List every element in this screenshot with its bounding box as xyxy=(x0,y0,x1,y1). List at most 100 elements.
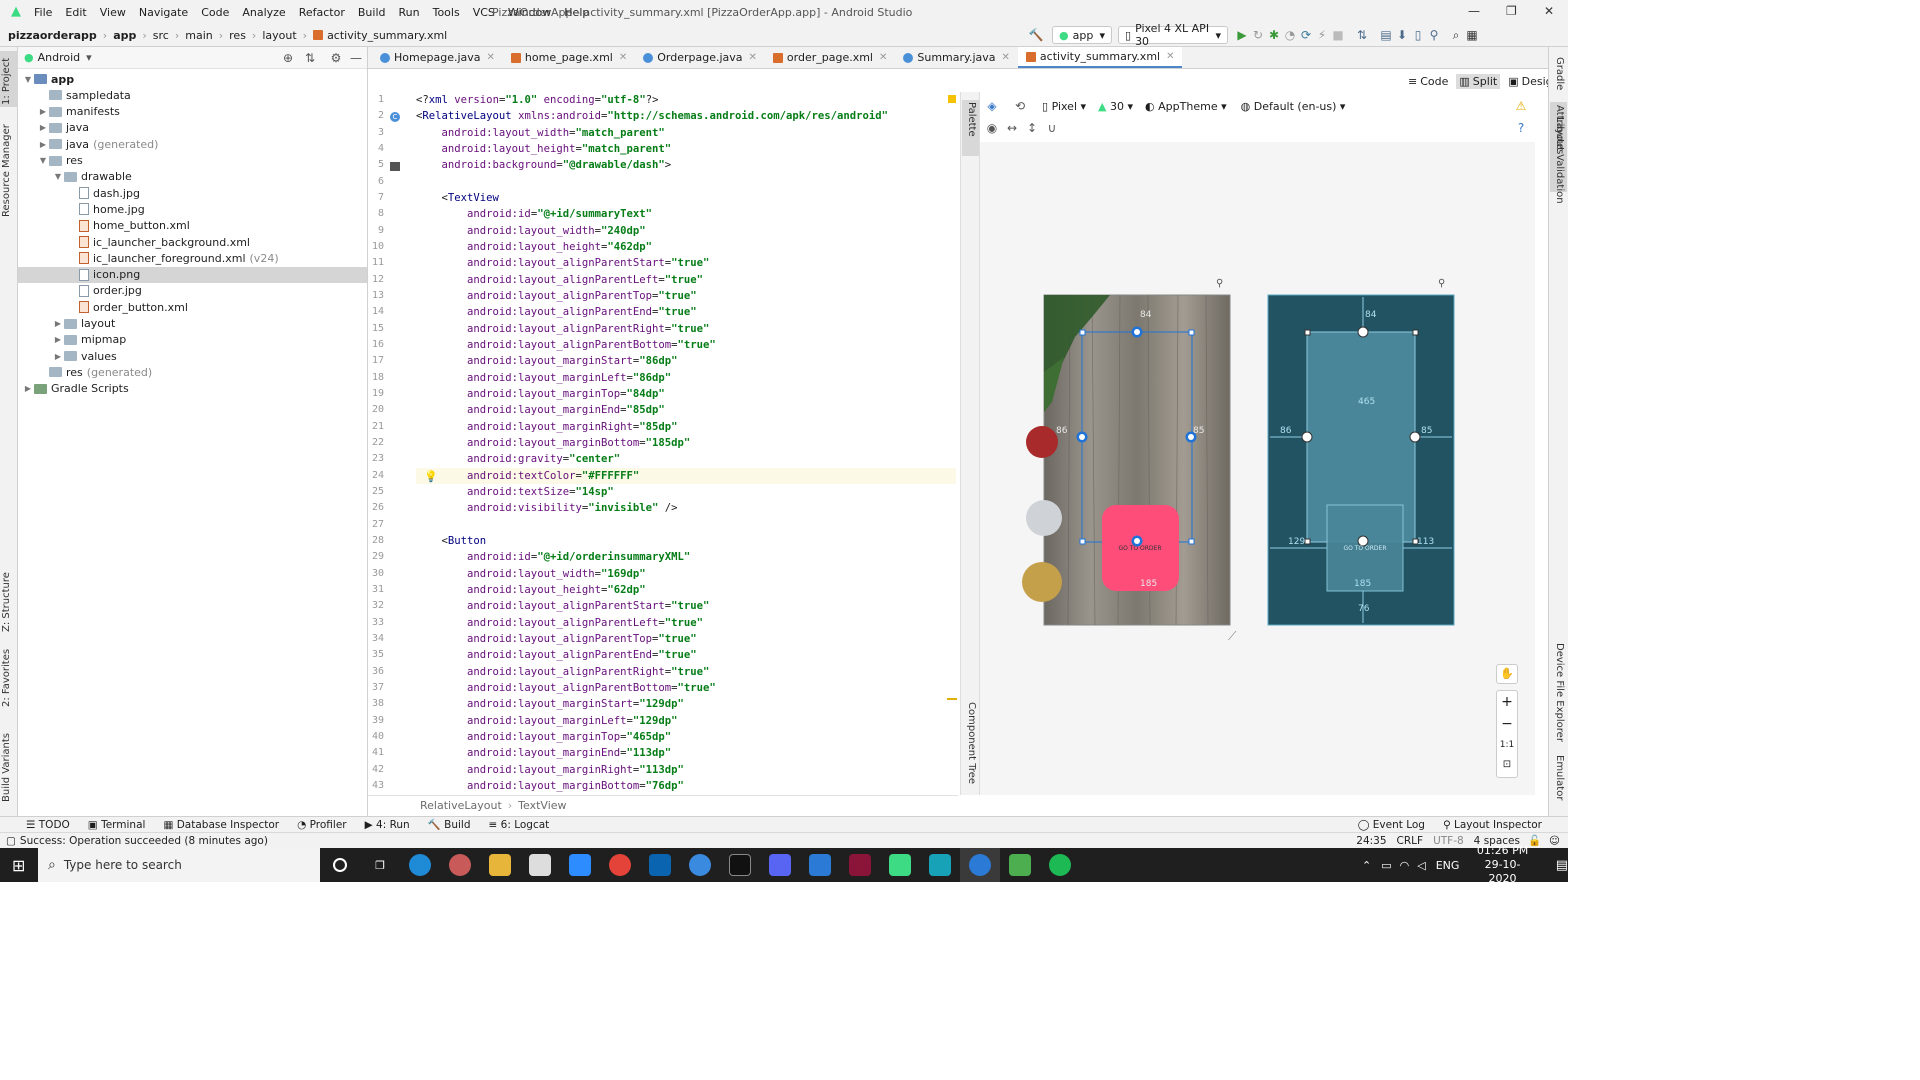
collapse-all-icon[interactable]: ⇅ xyxy=(302,50,318,66)
code-line[interactable]: android:layout_alignParentEnd="true" xyxy=(416,304,697,320)
menu-run[interactable]: Run xyxy=(399,6,420,19)
code-line[interactable]: android:layout_width="match_parent" xyxy=(416,125,665,141)
tree-item[interactable]: ▶ layout xyxy=(18,316,367,332)
collapsed-arrow-icon[interactable]: ▶ xyxy=(37,140,49,149)
inspection-warning-icon[interactable] xyxy=(948,95,956,103)
locate-icon[interactable]: ⊕ xyxy=(280,50,296,66)
run-tab[interactable]: ▶ 4: Run xyxy=(365,819,410,831)
menu-tools[interactable]: Tools xyxy=(433,6,460,19)
warning-icon[interactable]: ⚠ xyxy=(1513,98,1529,114)
gear-icon[interactable]: ⚙ xyxy=(328,50,344,66)
run-icon[interactable]: ▶ xyxy=(1234,27,1250,43)
expanded-arrow-icon[interactable]: ▼ xyxy=(22,75,34,84)
code-line[interactable]: <?xml version="1.0" encoding="utf-8"?> xyxy=(416,92,658,108)
chevron-down-icon[interactable]: ▾ xyxy=(86,51,92,64)
search-icon[interactable]: ⌕ xyxy=(1448,27,1464,43)
code-line[interactable]: android:layout_width="240dp" xyxy=(416,223,646,239)
tree-item[interactable]: ic_launcher_background.xml xyxy=(18,234,367,250)
outlook-icon[interactable] xyxy=(640,848,680,882)
design-surface[interactable]: GO TO ORDER 84 86 85 185 ⚲ ⟋ 84 86 85 46… xyxy=(980,142,1535,795)
status-message[interactable]: Success: Operation succeeded (8 minutes … xyxy=(20,835,268,847)
edge-icon[interactable] xyxy=(400,848,440,882)
tab-order-page-xml[interactable]: order_page.xml ✕ xyxy=(765,47,895,68)
breadcrumb-src[interactable]: src xyxy=(153,29,169,42)
tool-tab-gradle[interactable]: Gradle xyxy=(1554,57,1565,90)
database-inspector-tab[interactable]: ▦ Database Inspector xyxy=(163,819,279,831)
collapsed-arrow-icon[interactable]: ▶ xyxy=(52,335,64,344)
lightbulb-icon[interactable]: 💡 xyxy=(424,470,438,483)
code-editor[interactable]: 1 2 3 4 5 6 7 8 9 10 11 12 13 14 15 16 17 18 19 20 21 22 23 24 2… xyxy=(368,92,958,795)
caret-position[interactable]: 24:35 xyxy=(1356,835,1386,847)
v-app-icon[interactable] xyxy=(840,848,880,882)
close-tab-icon[interactable]: ✕ xyxy=(1166,51,1174,62)
file-explorer-icon[interactable] xyxy=(480,848,520,882)
clock[interactable]: 01:26 PM 29-10-2020 xyxy=(1473,844,1531,882)
close-button[interactable]: ✕ xyxy=(1544,4,1554,18)
layout-inspector-tab[interactable]: ⚲ Layout Inspector xyxy=(1443,819,1542,831)
expanded-arrow-icon[interactable]: ▼ xyxy=(37,156,49,165)
tab-orderpage-java[interactable]: Orderpage.java ✕ xyxy=(635,47,765,68)
task-view-icon[interactable]: ❐ xyxy=(360,848,400,882)
tool-tab-device-file-explorer[interactable]: Device File Explorer xyxy=(1554,643,1565,742)
discord-icon[interactable] xyxy=(760,848,800,882)
breadcrumb-project[interactable]: pizzaorderapp xyxy=(8,29,97,42)
code-line[interactable]: android:layout_marginEnd="85dp" xyxy=(416,402,665,418)
blueprint-phone-preview[interactable]: 84 86 85 465 129 113 GO TO ORDER 185 76 xyxy=(1267,294,1455,626)
api-level-select[interactable]: ▲ 30 ▾ xyxy=(1098,100,1133,113)
zoom-icon[interactable] xyxy=(560,848,600,882)
breadcrumb-textview[interactable]: TextView xyxy=(518,799,566,812)
profile-icon[interactable]: ◔ xyxy=(1282,27,1298,43)
locale-select[interactable]: ◍ Default (en-us) ▾ xyxy=(1241,100,1346,113)
tool-tab-favorites[interactable]: 2: Favorites xyxy=(1,649,12,707)
volume-icon[interactable]: ◁ xyxy=(1417,859,1425,872)
code-line[interactable]: android:layout_marginRight="113dp" xyxy=(416,762,684,778)
close-tab-icon[interactable]: ✕ xyxy=(749,52,757,63)
code-line[interactable]: android:layout_marginEnd="113dp" xyxy=(416,745,671,761)
tree-item[interactable]: ▼ drawable xyxy=(18,169,367,185)
breadcrumb-res[interactable]: res xyxy=(229,29,246,42)
menu-navigate[interactable]: Navigate xyxy=(139,6,188,19)
code-line[interactable]: android:layout_marginLeft="86dp" xyxy=(416,370,671,386)
breadcrumb-relativelayout[interactable]: RelativeLayout xyxy=(420,799,502,812)
code-line[interactable]: android:layout_alignParentBottom="true" xyxy=(416,337,716,353)
tool-tab-palette[interactable]: Palette xyxy=(966,102,977,137)
tree-item[interactable]: res (generated) xyxy=(18,364,367,380)
android-studio-active-icon[interactable] xyxy=(1000,848,1040,882)
code-mode-button[interactable]: ≡ Code xyxy=(1408,75,1448,88)
code-line[interactable]: android:layout_height="462dp" xyxy=(416,239,652,255)
tree-item[interactable]: ▼ res xyxy=(18,153,367,169)
cortana-icon[interactable] xyxy=(320,848,360,882)
tree-item[interactable]: ▶ java xyxy=(18,120,367,136)
tool-tab-structure[interactable]: Z: Structure xyxy=(1,572,12,632)
eye-icon[interactable]: ◉ xyxy=(984,120,1000,136)
code-line[interactable]: android:layout_alignParentLeft="true" xyxy=(416,615,703,631)
terminal-tab[interactable]: ▣ Terminal xyxy=(88,819,146,831)
collapsed-arrow-icon[interactable]: ▶ xyxy=(22,384,34,393)
code-line[interactable]: android:layout_marginStart="129dp" xyxy=(416,696,684,712)
code-line[interactable]: android:layout_alignParentRight="true" xyxy=(416,321,709,337)
tool-tab-layout-validation[interactable]: Layout Validation xyxy=(1554,117,1565,204)
code-line[interactable]: android:layout_marginTop="84dp" xyxy=(416,386,665,402)
wifi-icon[interactable]: ◠ xyxy=(1400,859,1410,872)
webstorm-icon[interactable] xyxy=(920,848,960,882)
breadcrumb-main[interactable]: main xyxy=(185,29,212,42)
code-line[interactable]: android:layout_marginRight="85dp" xyxy=(416,419,678,435)
active-app-icon[interactable] xyxy=(960,848,1000,882)
chrome-icon[interactable] xyxy=(600,848,640,882)
browser-icon[interactable] xyxy=(680,848,720,882)
menu-analyze[interactable]: Analyze xyxy=(242,6,285,19)
logcat-tab[interactable]: ≡ 6: Logcat xyxy=(489,819,550,831)
code-line[interactable]: android:layout_alignParentTop="true" xyxy=(416,288,697,304)
code-line[interactable]: android:layout_alignParentBottom="true" xyxy=(416,680,716,696)
tree-item[interactable]: order_button.xml xyxy=(18,299,367,315)
code-line[interactable]: android:layout_alignParentStart="true" xyxy=(416,598,709,614)
tool-tab-emulator[interactable]: Emulator xyxy=(1554,755,1565,800)
minimize-button[interactable]: — xyxy=(1468,4,1480,18)
pan-hand-icon[interactable]: ✋ xyxy=(1496,664,1518,684)
menu-file[interactable]: File xyxy=(34,6,52,19)
layers-icon[interactable]: ◈ xyxy=(984,98,1000,114)
menu-edit[interactable]: Edit xyxy=(65,6,86,19)
breadcrumb-app[interactable]: app xyxy=(113,29,136,42)
tree-item[interactable]: ▶ Gradle Scripts xyxy=(18,381,367,397)
stop-icon[interactable]: ■ xyxy=(1330,27,1346,43)
